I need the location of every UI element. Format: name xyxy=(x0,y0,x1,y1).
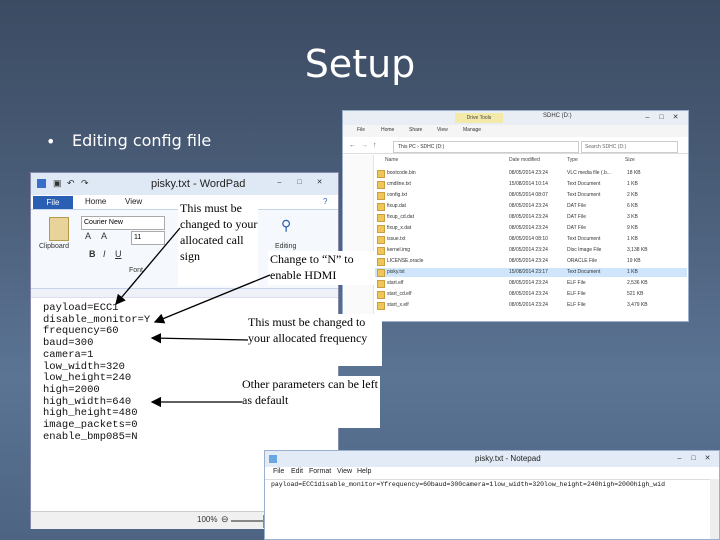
arrow-to-payload xyxy=(115,227,181,305)
callout-arrows xyxy=(115,227,271,408)
arrow-to-frequency xyxy=(150,332,249,344)
arrow-to-monitor xyxy=(153,274,271,324)
